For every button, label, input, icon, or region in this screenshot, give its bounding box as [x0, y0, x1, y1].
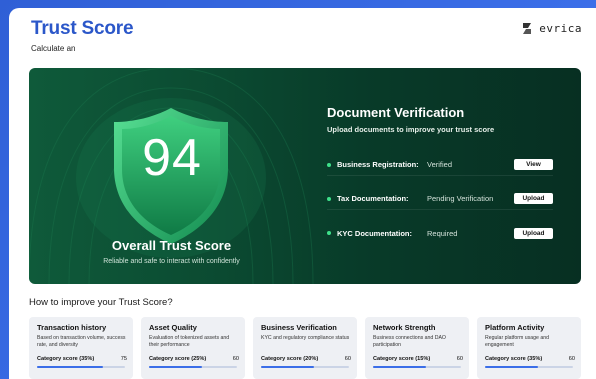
- category-card[interactable]: Network Strength Business connections an…: [365, 317, 469, 379]
- overall-trust-score-subtitle: Reliable and safe to interact with confi…: [103, 258, 240, 265]
- category-progress-fill: [373, 366, 426, 368]
- status-dot-icon: [327, 162, 331, 167]
- brand: evrica: [520, 22, 582, 35]
- category-title: Asset Quality: [149, 323, 197, 332]
- category-score-label: Category score (35%): [485, 356, 543, 362]
- document-label: Business Registration:: [337, 160, 419, 169]
- category-score-label: Category score (15%): [373, 356, 431, 362]
- category-score-value: 75: [120, 356, 127, 362]
- status-dot-icon: [327, 196, 331, 201]
- category-score-row: Category score (25%) 60: [149, 356, 239, 362]
- category-score-value: 60: [568, 356, 575, 362]
- page-subtitle: Calculate an: [31, 44, 76, 53]
- category-progress-fill: [37, 366, 103, 368]
- category-progress-bar: [373, 366, 461, 368]
- view-business-registration-button[interactable]: View: [514, 159, 553, 170]
- category-progress-fill: [485, 366, 538, 368]
- document-status: Required: [427, 228, 458, 238]
- trust-score-hero: 94 Overall Trust Score Reliable and safe…: [29, 68, 581, 284]
- document-verification-subtitle: Upload documents to improve your trust s…: [327, 125, 495, 134]
- category-title: Business Verification: [261, 323, 337, 332]
- trust-score-card: Trust Score Calculate an evrica 94 Overa…: [9, 8, 596, 379]
- category-description: Based on transaction volume, success rat…: [37, 335, 126, 348]
- document-label: Tax Documentation:: [337, 194, 409, 203]
- category-title: Platform Activity: [485, 323, 545, 332]
- category-progress-fill: [261, 366, 314, 368]
- category-description: Regular platform usage and engagement: [485, 335, 550, 348]
- category-card[interactable]: Business Verification KYC and regulatory…: [253, 317, 357, 379]
- category-card[interactable]: Asset Quality Evaluation of tokenized as…: [141, 317, 245, 379]
- category-progress-bar: [485, 366, 573, 368]
- status-dot-icon: [327, 231, 331, 235]
- category-description: KYC and regulatory compliance status: [261, 335, 350, 341]
- category-score-value: 60: [456, 356, 463, 362]
- improve-heading: How to improve your Trust Score?: [29, 297, 173, 308]
- upload-tax-documentation-button[interactable]: Upload: [514, 193, 553, 204]
- category-score-value: 60: [344, 356, 351, 362]
- document-row: Tax Documentation: Pending Verification …: [327, 188, 553, 210]
- category-title: Transaction history: [37, 323, 107, 332]
- overall-trust-score-title: Overall Trust Score: [111, 238, 232, 253]
- category-progress-bar: [261, 366, 349, 368]
- category-score-label: Category score (20%): [261, 356, 319, 362]
- category-score-value: 60: [232, 356, 239, 362]
- document-row: KYC Documentation: Required Upload: [327, 222, 553, 244]
- document-row: Business Registration: Verified View: [327, 154, 553, 176]
- category-card[interactable]: Transaction history Based on transaction…: [29, 317, 133, 379]
- document-status: Pending Verification: [427, 194, 494, 203]
- category-score-label: Category score (25%): [149, 356, 207, 362]
- category-list: Transaction history Based on transaction…: [29, 317, 589, 379]
- document-verification-title: Document Verification: [327, 105, 465, 120]
- category-score-row: Category score (35%) 60: [485, 356, 575, 362]
- category-score-row: Category score (15%) 60: [373, 356, 463, 362]
- brand-name: evrica: [539, 22, 582, 35]
- page-title: Trust Score: [31, 18, 134, 39]
- trust-score-value: 94: [142, 129, 202, 187]
- category-progress-fill: [149, 366, 202, 368]
- category-title: Network Strength: [373, 323, 436, 332]
- category-score-row: Category score (35%) 75: [37, 356, 127, 362]
- category-description: Evaluation of tokenized assets and their…: [149, 335, 230, 348]
- document-label: KYC Documentation:: [337, 228, 412, 238]
- category-description: Business connections and DAO participati…: [373, 335, 446, 348]
- document-status: Verified: [427, 160, 453, 169]
- category-card[interactable]: Platform Activity Regular platform usage…: [477, 317, 581, 379]
- category-score-row: Category score (20%) 60: [261, 356, 351, 362]
- upload-kyc-documentation-button[interactable]: Upload: [514, 227, 553, 239]
- category-score-label: Category score (35%): [37, 356, 95, 362]
- category-progress-bar: [37, 366, 125, 368]
- category-progress-bar: [149, 366, 237, 368]
- evrica-logo-icon: [523, 23, 532, 34]
